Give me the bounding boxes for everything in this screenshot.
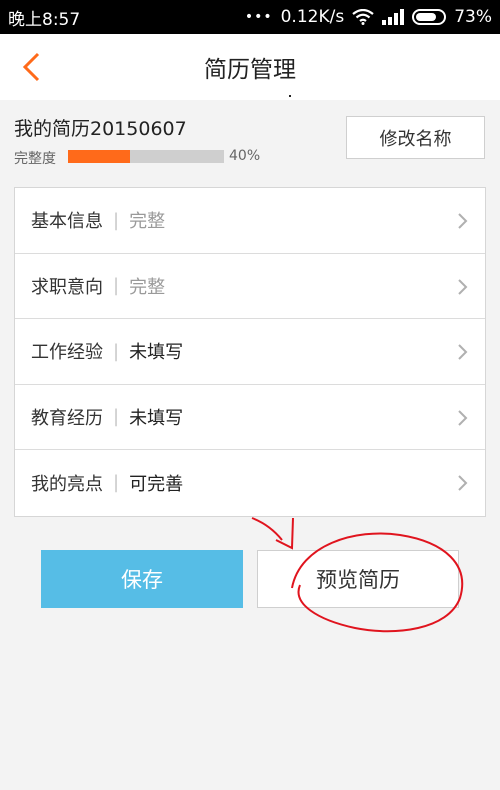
section-row-education[interactable]: 教育经历 | 未填写	[15, 385, 485, 450]
section-separator: |	[113, 340, 120, 362]
wifi-icon	[352, 9, 374, 25]
progress-bar-fill	[68, 150, 131, 163]
status-time: 晚上8:57	[8, 9, 81, 30]
section-status: 未填写	[129, 407, 184, 429]
section-label: 我的亮点	[31, 473, 103, 495]
annotation-arrow-head	[275, 517, 294, 550]
resume-section-list: 基本信息 | 完整 求职意向 | 完整 工作经验 | 未填写 教育经历 | 未填…	[14, 187, 486, 517]
rename-button[interactable]: 修改名称	[346, 116, 485, 159]
section-label: 基本信息	[31, 211, 103, 233]
progress-percent: 40%	[229, 148, 261, 164]
chevron-left-icon[interactable]	[18, 52, 46, 82]
section-status: 完整	[129, 211, 166, 233]
section-separator: |	[113, 472, 120, 494]
annotation-arrow-stroke	[251, 517, 283, 541]
section-separator: |	[113, 209, 120, 231]
section-row-work-experience[interactable]: 工作经验 | 未填写	[15, 319, 485, 385]
section-label: 求职意向	[31, 276, 103, 298]
header-dot	[289, 95, 291, 97]
progress-bar	[68, 150, 224, 163]
section-separator: |	[113, 406, 120, 428]
section-separator: |	[113, 275, 120, 297]
chevron-right-icon	[458, 475, 468, 491]
battery-percent: 73%	[454, 7, 492, 27]
chevron-right-icon	[458, 278, 468, 295]
section-row-basic-info[interactable]: 基本信息 | 完整	[15, 188, 485, 254]
signal-icon	[382, 9, 405, 25]
chevron-right-icon	[458, 213, 468, 229]
preview-resume-button[interactable]: 预览简历	[257, 550, 459, 608]
network-speed: 0.12K/s	[280, 7, 345, 27]
battery-icon	[412, 9, 447, 25]
section-status: 可完善	[129, 473, 184, 495]
page-title: 简历管理	[204, 57, 296, 83]
chevron-right-icon	[458, 344, 468, 360]
notification-dots: •••	[244, 9, 273, 25]
chevron-right-icon	[458, 409, 468, 426]
save-button[interactable]: 保存	[41, 550, 243, 608]
section-label: 工作经验	[31, 342, 103, 364]
resume-name: 我的简历20150607	[14, 118, 187, 140]
status-icons: ••• 0.12K/s 73%	[245, 7, 492, 27]
section-label: 教育经历	[31, 407, 103, 429]
section-status: 未填写	[129, 342, 184, 364]
section-row-highlights[interactable]: 我的亮点 | 可完善	[15, 450, 485, 516]
status-bar: 晚上8:57 ••• 0.12K/s 73%	[0, 0, 500, 34]
progress-label: 完整度	[14, 151, 56, 167]
app-header: 简历管理	[0, 34, 500, 100]
section-status: 完整	[129, 276, 166, 298]
section-row-job-intention[interactable]: 求职意向 | 完整	[15, 254, 485, 319]
